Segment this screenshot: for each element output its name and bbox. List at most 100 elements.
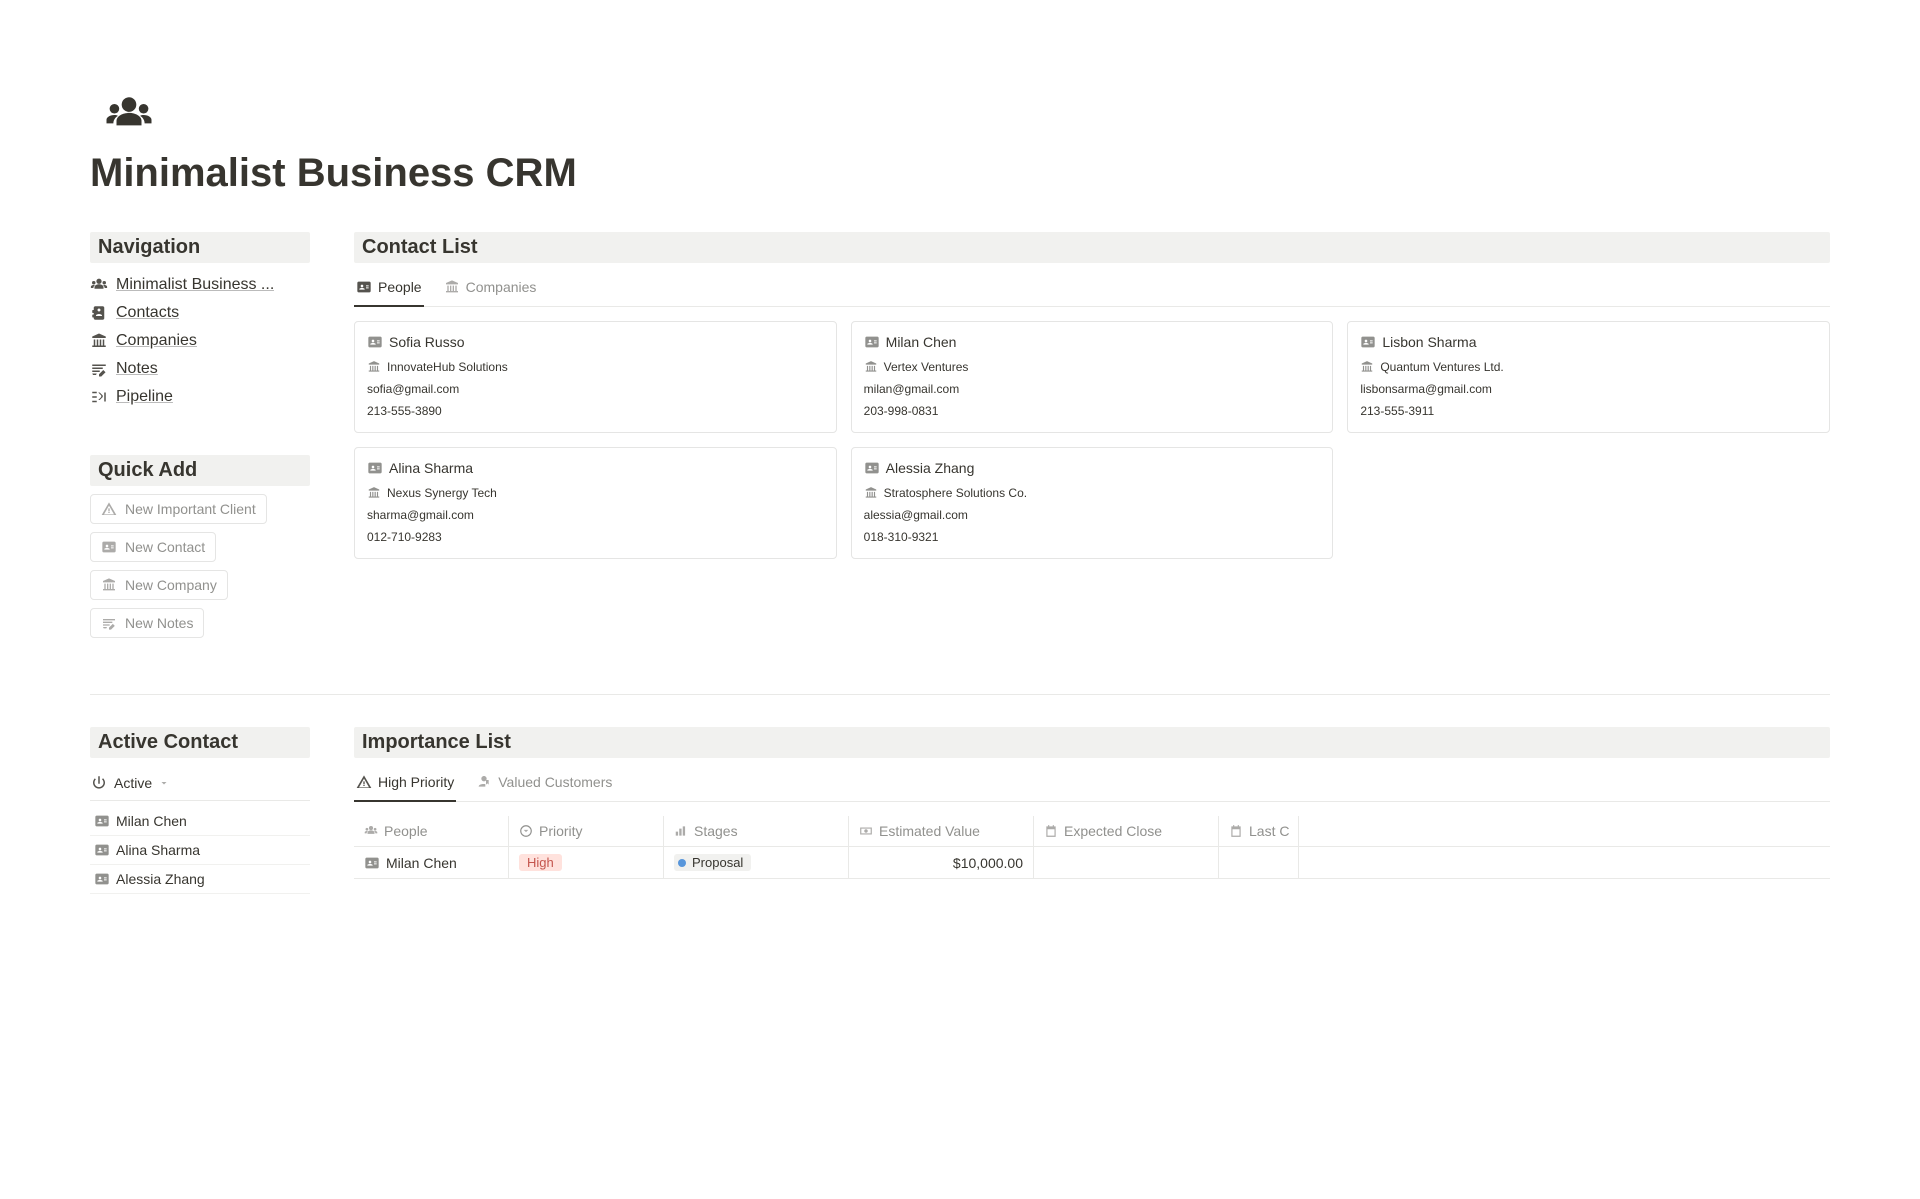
calendar-icon — [1229, 824, 1243, 838]
nav-item-companies[interactable]: Companies — [90, 327, 310, 355]
contact-card[interactable]: Alessia Zhang Stratosphere Solutions Co.… — [851, 447, 1334, 559]
id-card-icon — [356, 279, 372, 295]
cell-last-c — [1219, 847, 1299, 878]
nav-item-notes[interactable]: Notes — [90, 355, 310, 383]
people-group-icon — [90, 276, 108, 294]
contact-card[interactable]: Sofia Russo InnovateHub Solutions sofia@… — [354, 321, 837, 433]
tab-high-priority[interactable]: High Priority — [354, 766, 456, 802]
contact-cards-grid: Sofia Russo InnovateHub Solutions sofia@… — [354, 321, 1830, 559]
tab-people[interactable]: People — [354, 271, 424, 307]
tab-valued-customers[interactable]: Valued Customers — [474, 766, 614, 802]
col-expected-close: Expected Close — [1034, 816, 1219, 846]
contact-phone: 012-710-9283 — [367, 530, 824, 544]
contact-name: Alina Sharma — [389, 460, 473, 476]
id-card-icon — [364, 855, 380, 871]
priority-badge: High — [519, 854, 562, 871]
importance-table: People Priority Stages Estimated Value E… — [354, 816, 1830, 879]
button-label: New Important Client — [125, 501, 256, 517]
notes-icon — [101, 615, 117, 631]
contact-list-tabs: People Companies — [354, 271, 1830, 307]
contact-email: alessia@gmail.com — [864, 508, 1321, 522]
table-head: People Priority Stages Estimated Value E… — [354, 816, 1830, 847]
company-name: Stratosphere Solutions Co. — [884, 486, 1027, 500]
new-company-button[interactable]: New Company — [90, 570, 228, 600]
contact-name: Sofia Russo — [389, 334, 464, 350]
new-contact-button[interactable]: New Contact — [90, 532, 216, 562]
select-icon — [519, 824, 533, 838]
warning-icon — [101, 501, 117, 517]
building-icon — [101, 577, 117, 593]
contact-card[interactable]: Milan Chen Vertex Ventures milan@gmail.c… — [851, 321, 1334, 433]
col-estimated-value: Estimated Value — [849, 816, 1034, 846]
id-card-icon — [864, 460, 880, 476]
rolodex-icon — [90, 304, 108, 322]
cell-person: Milan Chen — [354, 847, 509, 878]
power-icon — [90, 774, 108, 792]
view-label: Active — [114, 775, 152, 791]
contact-name: Milan Chen — [886, 334, 957, 350]
cell-priority: High — [509, 847, 664, 878]
id-card-icon — [101, 539, 117, 555]
customer-icon — [476, 774, 492, 790]
active-contact-rows: Milan Chen Alina Sharma Alessia Zhang — [90, 807, 310, 894]
tab-label: Valued Customers — [498, 774, 612, 790]
building-icon — [367, 360, 381, 374]
active-contact-name: Alina Sharma — [116, 842, 200, 858]
stage-dot — [678, 859, 686, 867]
building-icon — [367, 486, 381, 500]
calendar-icon — [1044, 824, 1058, 838]
id-card-icon — [94, 813, 110, 829]
id-card-icon — [367, 460, 383, 476]
tab-companies[interactable]: Companies — [442, 271, 539, 307]
nav-item-crm[interactable]: Minimalist Business ... — [90, 271, 310, 299]
new-important-client-button[interactable]: New Important Client — [90, 494, 267, 524]
building-icon — [444, 279, 460, 295]
id-card-icon — [94, 871, 110, 887]
contact-email: sharma@gmail.com — [367, 508, 824, 522]
contact-phone: 213-555-3911 — [1360, 404, 1817, 418]
button-label: New Company — [125, 577, 217, 593]
cell-estimated-value: $10,000.00 — [849, 847, 1034, 878]
company-name: Vertex Ventures — [884, 360, 969, 374]
notes-icon — [90, 360, 108, 378]
col-priority: Priority — [509, 816, 664, 846]
col-people: People — [354, 816, 509, 846]
tab-label: High Priority — [378, 774, 454, 790]
building-icon — [1360, 360, 1374, 374]
nav-item-contacts[interactable]: Contacts — [90, 299, 310, 327]
cell-stage: Proposal — [664, 847, 849, 878]
company-name: Quantum Ventures Ltd. — [1380, 360, 1503, 374]
nav-label: Companies — [116, 332, 197, 350]
cell-expected-close — [1034, 847, 1219, 878]
active-contact-view-selector[interactable]: Active — [90, 766, 310, 801]
table-row[interactable]: Milan Chen High Proposal $10,000.00 — [354, 847, 1830, 879]
active-contact-header: Active Contact — [90, 727, 310, 758]
button-label: New Notes — [125, 615, 193, 631]
building-icon — [864, 486, 878, 500]
new-notes-button[interactable]: New Notes — [90, 608, 204, 638]
importance-tabs: High Priority Valued Customers — [354, 766, 1830, 802]
active-contact-row[interactable]: Alina Sharma — [90, 836, 310, 865]
company-name: InnovateHub Solutions — [387, 360, 508, 374]
nav-item-pipeline[interactable]: Pipeline — [90, 383, 310, 411]
contact-card[interactable]: Lisbon Sharma Quantum Ventures Ltd. lisb… — [1347, 321, 1830, 433]
contact-name: Lisbon Sharma — [1382, 334, 1476, 350]
contact-card[interactable]: Alina Sharma Nexus Synergy Tech sharma@g… — [354, 447, 837, 559]
building-icon — [90, 332, 108, 350]
id-card-icon — [1360, 334, 1376, 350]
quick-add-header: Quick Add — [90, 455, 310, 486]
navigation-list: Minimalist Business ... Contacts Compani… — [90, 271, 310, 411]
nav-label: Notes — [116, 360, 158, 378]
importance-list-header: Importance List — [354, 727, 1830, 758]
active-contact-name: Milan Chen — [116, 813, 187, 829]
contact-phone: 203-998-0831 — [864, 404, 1321, 418]
id-card-icon — [367, 334, 383, 350]
contact-email: sofia@gmail.com — [367, 382, 824, 396]
contact-list-header: Contact List — [354, 232, 1830, 263]
warning-icon — [356, 774, 372, 790]
people-icon — [364, 824, 378, 838]
active-contact-row[interactable]: Milan Chen — [90, 807, 310, 836]
pipeline-icon — [90, 388, 108, 406]
active-contact-row[interactable]: Alessia Zhang — [90, 865, 310, 894]
nav-label: Minimalist Business ... — [116, 276, 274, 294]
